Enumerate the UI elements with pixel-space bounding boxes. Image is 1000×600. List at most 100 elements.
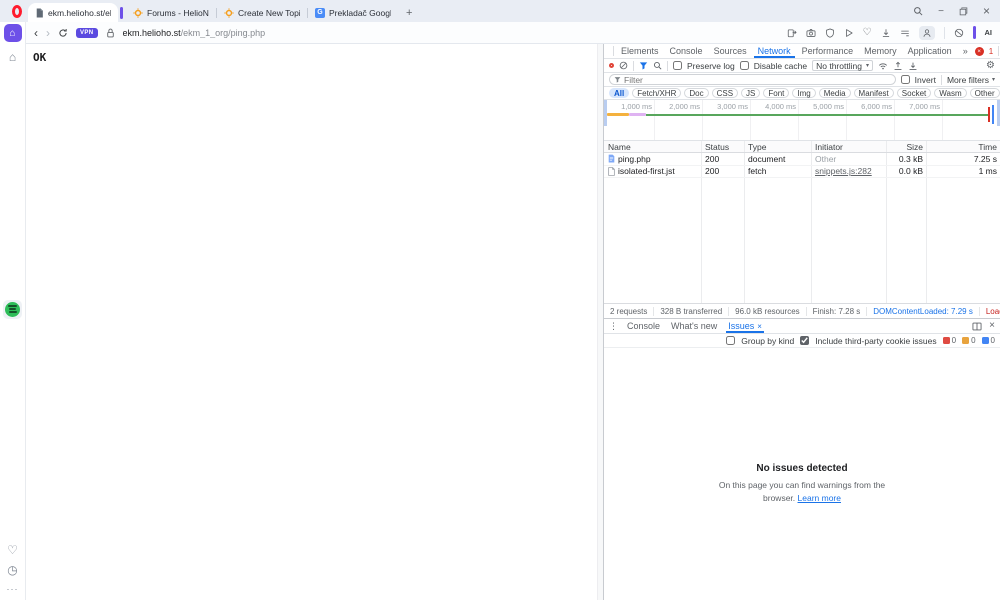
network-overview-timeline[interactable]: 1,000 ms 2,000 ms 3,000 ms 4,000 ms 5,00… xyxy=(604,100,1000,141)
split-panel-icon[interactable] xyxy=(972,322,982,331)
error-badge-icon xyxy=(943,337,950,344)
devtools-tabbar-actions: × 1 ⚙ ⋮ × xyxy=(975,46,1000,57)
disable-cache-checkbox[interactable] xyxy=(740,61,749,70)
devtools-tab-application[interactable]: Application xyxy=(904,44,956,58)
filter-chip-js[interactable]: JS xyxy=(741,88,760,98)
group-by-kind-checkbox[interactable] xyxy=(726,336,735,345)
player-play-icon[interactable] xyxy=(844,28,854,38)
extensions-icon[interactable] xyxy=(954,28,964,38)
tab-forums-helionet[interactable]: Forums - HelioNet xyxy=(126,3,216,22)
more-tabs-button[interactable]: » xyxy=(959,44,972,58)
vpn-badge[interactable]: VPN xyxy=(76,28,98,38)
back-button[interactable]: ‹ xyxy=(34,27,38,39)
devtools-tab-memory[interactable]: Memory xyxy=(860,44,901,58)
start-page-button[interactable]: ⌂ xyxy=(4,24,22,42)
filter-chip-css[interactable]: CSS xyxy=(712,88,738,98)
close-issues-tab-icon[interactable]: × xyxy=(757,322,762,331)
throttling-dropdown[interactable]: No throttling ▾ xyxy=(812,60,873,71)
spotify-player-button[interactable] xyxy=(3,300,22,319)
include-cookie-issues-label: Include third-party cookie issues xyxy=(815,336,936,346)
preserve-log-checkbox[interactable] xyxy=(673,61,682,70)
history-icon[interactable]: ◷ xyxy=(7,564,17,576)
search-tabs-icon[interactable] xyxy=(913,6,923,16)
filter-chip-manifest[interactable]: Manifest xyxy=(854,88,894,98)
speed-dial-icon[interactable]: ⌂ xyxy=(9,51,16,63)
request-time: 7.25 s xyxy=(927,153,1000,165)
devtools-tab-performance[interactable]: Performance xyxy=(798,44,858,58)
more-filters-button[interactable]: More filters ▾ xyxy=(947,75,995,85)
include-cookie-issues-checkbox[interactable] xyxy=(800,336,809,345)
snapshot-camera-icon[interactable] xyxy=(806,28,816,38)
filter-chip-socket[interactable]: Socket xyxy=(897,88,931,98)
downloads-icon[interactable] xyxy=(881,28,891,38)
forward-button[interactable]: › xyxy=(46,27,50,39)
filter-chip-media[interactable]: Media xyxy=(819,88,851,98)
reload-button[interactable] xyxy=(58,28,68,38)
filter-chip-all[interactable]: All xyxy=(609,88,629,98)
close-window-button[interactable]: × xyxy=(983,4,990,18)
close-drawer-icon[interactable]: × xyxy=(989,321,995,331)
share-page-icon[interactable] xyxy=(787,28,797,38)
filter-chip-wasm[interactable]: Wasm xyxy=(934,88,966,98)
network-conditions-icon[interactable] xyxy=(878,61,888,71)
web-page-viewport[interactable]: OK xyxy=(26,44,603,600)
clear-network-log-icon[interactable] xyxy=(619,61,628,70)
sidebar-panel-indicator[interactable] xyxy=(973,26,976,39)
profile-button[interactable] xyxy=(919,26,935,40)
devtools-panel: Elements Console Sources Network Perform… xyxy=(603,44,1000,600)
opera-menu-button[interactable] xyxy=(6,0,28,22)
learn-more-link[interactable]: Learn more xyxy=(798,493,841,503)
network-settings-gear-icon[interactable]: ⚙ xyxy=(986,61,995,71)
devtools-tab-network[interactable]: Network xyxy=(754,44,795,58)
table-row-ping-php[interactable]: ping.php 200 document Other 0.3 kB 7.25 … xyxy=(604,153,1000,166)
export-har-icon[interactable] xyxy=(908,61,918,71)
lock-icon[interactable] xyxy=(106,28,115,38)
minimize-button[interactable]: − xyxy=(938,6,944,17)
devtools-tab-sources[interactable]: Sources xyxy=(710,44,751,58)
filter-chip-other[interactable]: Other xyxy=(970,88,1000,98)
load-time: Load: 7.30 s xyxy=(980,307,1000,316)
url-path: /ekm_1_org/ping.php xyxy=(181,28,266,38)
tab-current-page[interactable]: ekm.helioho.st/ekm_1_org xyxy=(28,3,118,22)
column-header-size[interactable]: Size xyxy=(887,141,927,152)
error-badge-icon[interactable]: × xyxy=(975,47,984,56)
invert-filter-checkbox[interactable] xyxy=(901,75,910,84)
filter-chip-doc[interactable]: Doc xyxy=(684,88,708,98)
drawer-tab-whats-new[interactable]: What's new xyxy=(669,319,719,333)
tab-create-new-topic[interactable]: Create New Topic - HelioN xyxy=(217,3,307,22)
drawer-tab-issues[interactable]: Issues × xyxy=(726,319,764,333)
drawer-tab-console[interactable]: Console xyxy=(625,319,662,333)
import-har-icon[interactable] xyxy=(893,61,903,71)
column-header-initiator[interactable]: Initiator xyxy=(812,141,887,152)
record-network-log-icon[interactable] xyxy=(609,63,614,68)
search-network-icon[interactable] xyxy=(653,61,662,70)
filter-input[interactable] xyxy=(624,75,891,85)
column-header-name[interactable]: Name xyxy=(604,141,702,152)
page-scrollbar[interactable] xyxy=(597,44,603,600)
tab-google-translate[interactable]: G Prekladač Google xyxy=(308,3,398,22)
devtools-tab-elements[interactable]: Elements xyxy=(617,44,663,58)
filter-chip-font[interactable]: Font xyxy=(763,88,789,98)
add-to-favorites-heart-icon[interactable]: ♡ xyxy=(863,27,872,38)
initiator-link[interactable]: snippets.js:282 xyxy=(815,166,872,176)
shield-icon[interactable] xyxy=(825,28,835,38)
filter-input-box[interactable] xyxy=(609,74,896,85)
address-bar[interactable]: ekm.helioho.st/ekm_1_org/ping.php xyxy=(123,28,266,38)
new-tab-button[interactable]: + xyxy=(398,7,420,22)
column-header-status[interactable]: Status xyxy=(702,141,745,152)
filter-funnel-icon[interactable] xyxy=(639,61,648,70)
domcontentloaded-marker xyxy=(992,105,994,124)
tab-tiling-icon[interactable] xyxy=(900,28,910,38)
table-row-isolated-first[interactable]: isolated-first.jst 200 fetch snippets.js… xyxy=(604,166,1000,179)
bookmarks-heart-icon[interactable]: ♡ xyxy=(7,544,18,556)
drawer-menu-icon[interactable]: ⋮ xyxy=(609,321,618,332)
sidebar-more-button[interactable]: ··· xyxy=(7,584,19,594)
devtools-tab-console[interactable]: Console xyxy=(666,44,707,58)
aria-ai-icon[interactable]: AI xyxy=(985,28,993,37)
filter-chip-img[interactable]: Img xyxy=(792,88,815,98)
column-header-time[interactable]: Time xyxy=(927,141,1000,152)
restore-button[interactable] xyxy=(959,7,968,16)
filter-chip-fetch-xhr[interactable]: Fetch/XHR xyxy=(632,88,681,98)
column-header-type[interactable]: Type xyxy=(745,141,812,152)
tab-title: Prekladač Google xyxy=(329,8,391,18)
